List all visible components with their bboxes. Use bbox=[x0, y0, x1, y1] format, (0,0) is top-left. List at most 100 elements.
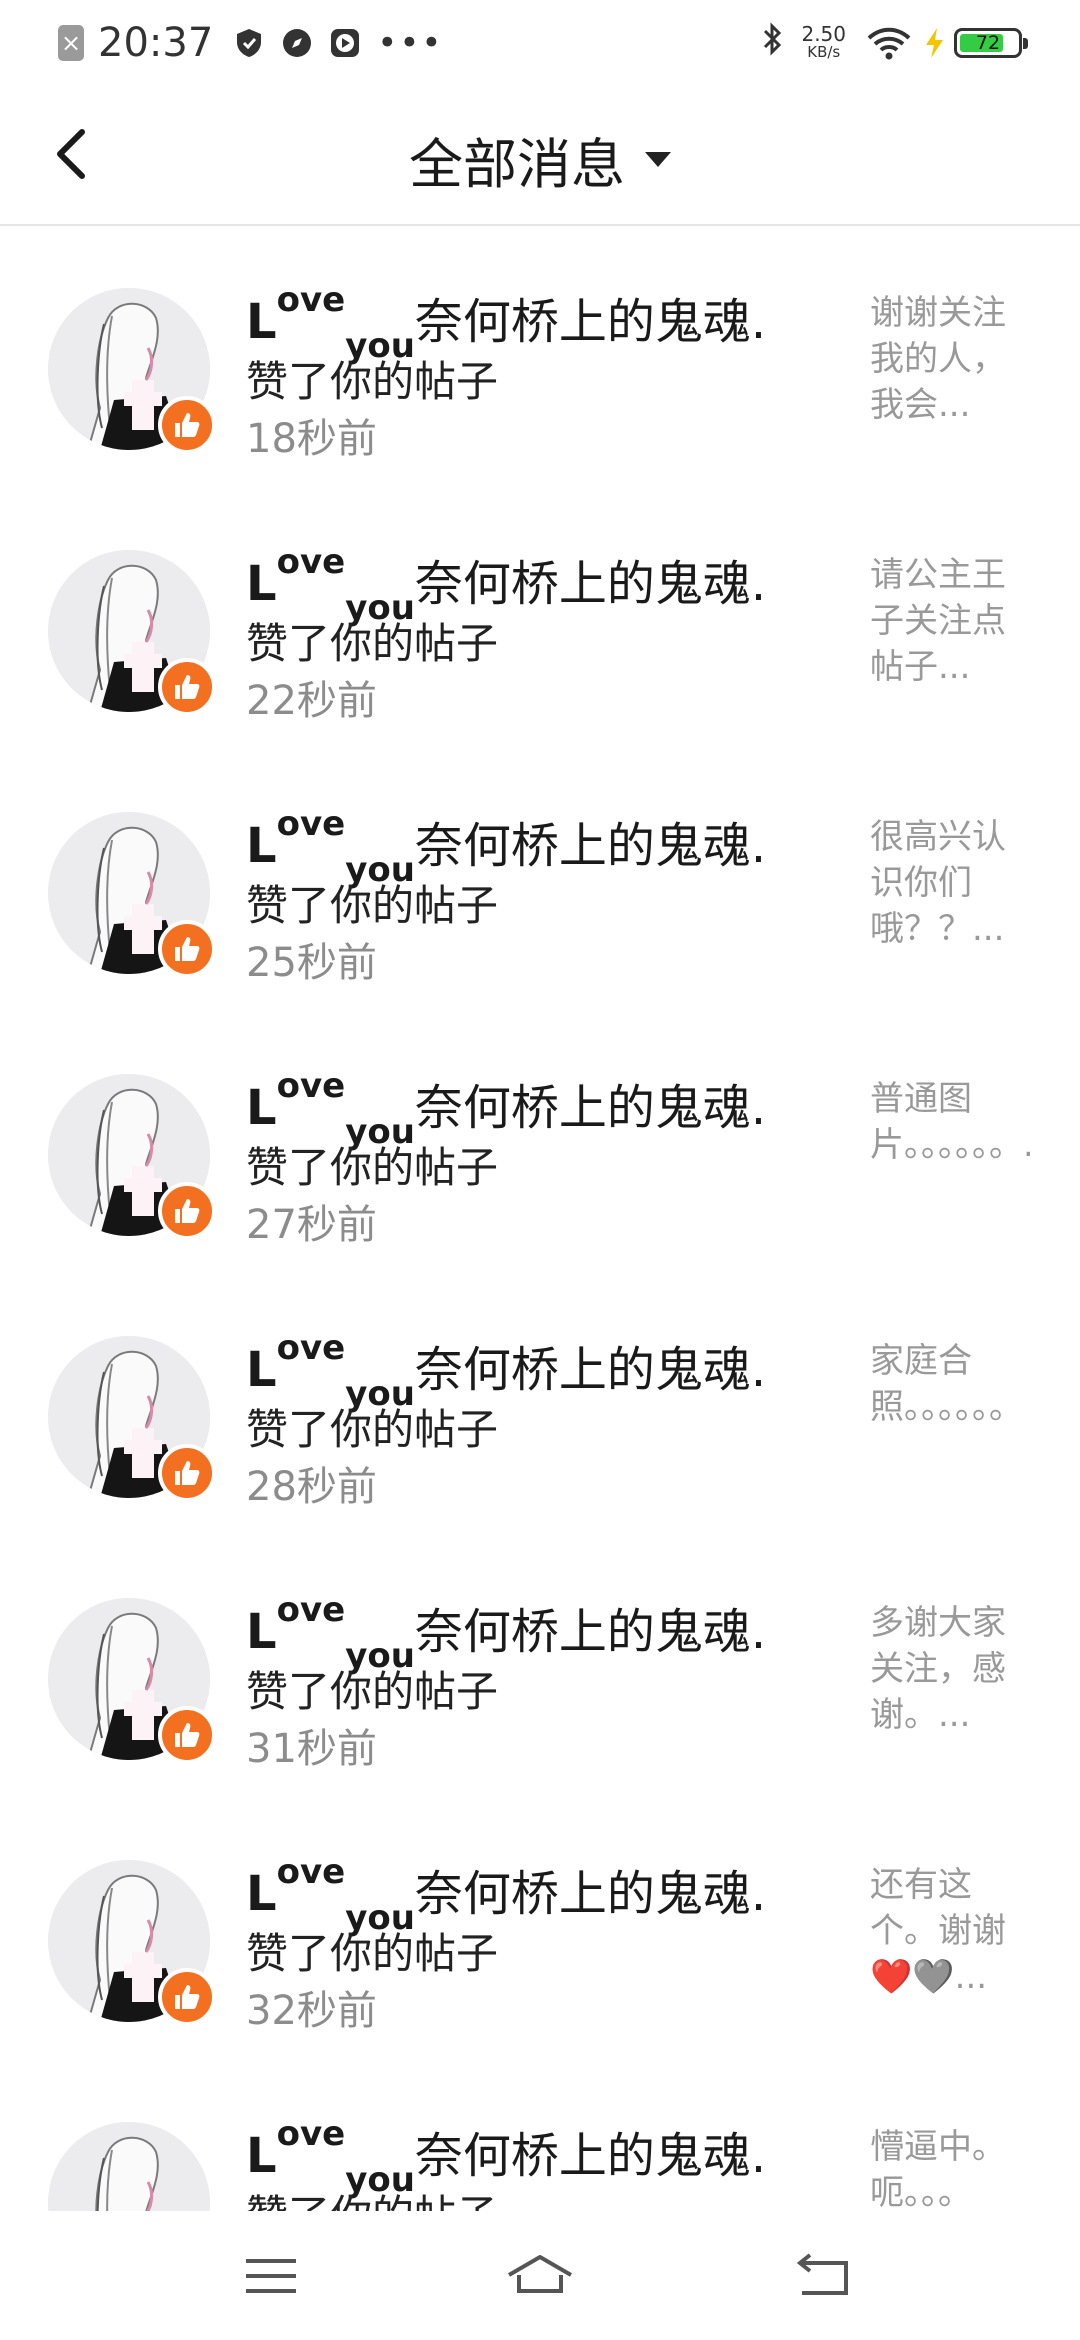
user-name[interactable]: Loveyou奈何桥上的鬼魂. bbox=[246, 1328, 767, 1414]
notification-x-icon: × bbox=[58, 25, 84, 61]
user-name[interactable]: Loveyou奈何桥上的鬼魂. bbox=[246, 1852, 767, 1938]
post-preview[interactable]: 谢谢关注我的人，我会... bbox=[870, 290, 1030, 432]
action-text: 赞了你的帖子 bbox=[246, 1667, 499, 1716]
user-name[interactable]: Loveyou奈何桥上的鬼魂. bbox=[246, 2114, 767, 2200]
name-part-rest: 奈何桥上的鬼魂. bbox=[414, 294, 767, 350]
timestamp: 22秒前 bbox=[246, 678, 377, 724]
caret-down-icon bbox=[645, 152, 671, 167]
like-badge bbox=[158, 920, 216, 978]
name-part-rest: 奈何桥上的鬼魂. bbox=[414, 1604, 767, 1660]
home-button[interactable] bbox=[505, 2241, 575, 2311]
action-text: 赞了你的帖子 bbox=[246, 357, 499, 406]
compass-icon bbox=[283, 29, 312, 57]
name-part-rest: 奈何桥上的鬼魂. bbox=[414, 818, 767, 874]
post-preview[interactable]: 请公主王子关注点帖子... bbox=[870, 552, 1030, 694]
timestamp: 27秒前 bbox=[246, 1202, 377, 1248]
action-text: 赞了你的帖子 bbox=[246, 1929, 499, 1978]
timestamp: 25秒前 bbox=[246, 940, 377, 986]
action-text: 赞了你的帖子 bbox=[246, 619, 499, 668]
like-badge bbox=[158, 658, 216, 716]
avatar[interactable] bbox=[48, 2122, 210, 2211]
charging-bolt-icon bbox=[926, 28, 943, 58]
thumbs-up-icon bbox=[175, 937, 200, 961]
action-text: 赞了你的帖子 bbox=[246, 881, 499, 930]
timestamp: 32秒前 bbox=[246, 1988, 377, 2034]
name-part-ove: ove bbox=[276, 1590, 346, 1630]
notification-item[interactable]: Loveyou奈何桥上的鬼魂. 赞了你的帖子 32秒前 还有这个。谢谢❤️🩶..… bbox=[0, 1798, 1080, 2060]
app-header: 全部消息 bbox=[0, 84, 1080, 226]
wifi-icon bbox=[867, 27, 911, 60]
timestamp: 31秒前 bbox=[246, 1726, 377, 1772]
user-name[interactable]: Loveyou奈何桥上的鬼魂. bbox=[246, 804, 767, 890]
name-part-ove: ove bbox=[276, 2114, 346, 2154]
battery-icon: 72 bbox=[954, 28, 1028, 58]
name-part-l: L bbox=[246, 1604, 277, 1660]
action-text: 赞了你的帖子 bbox=[246, 1405, 499, 1454]
timestamp: 28秒前 bbox=[246, 1464, 377, 1510]
play-icon bbox=[331, 29, 360, 57]
page-title: 全部消息 bbox=[409, 133, 625, 196]
post-preview[interactable]: 很高兴认识你们哦？？... bbox=[870, 814, 1030, 956]
menu-button[interactable] bbox=[236, 2241, 306, 2311]
avatar-image bbox=[48, 2122, 210, 2211]
post-preview[interactable]: 多谢大家关注，感谢。... bbox=[870, 1600, 1030, 1742]
timestamp: 18秒前 bbox=[246, 416, 377, 462]
battery-level: 72 bbox=[975, 32, 1001, 54]
back-arrow-icon bbox=[796, 2253, 848, 2295]
status-left: × 20:37 ••• bbox=[58, 18, 443, 68]
name-part-l: L bbox=[246, 294, 277, 350]
name-part-l: L bbox=[246, 1866, 277, 1922]
bluetooth-icon bbox=[761, 21, 785, 65]
notification-item[interactable]: Loveyou奈何桥上的鬼魂. 赞了你的帖子 25秒前 很高兴认识你们哦？？..… bbox=[0, 750, 1080, 1012]
notification-item[interactable]: Loveyou奈何桥上的鬼魂. 赞了你的帖子 28秒前 家庭合照。。。。。。 bbox=[0, 1274, 1080, 1536]
name-part-ove: ove bbox=[276, 1328, 346, 1368]
status-time: 20:37 bbox=[98, 20, 214, 66]
like-badge bbox=[158, 1706, 216, 1764]
name-part-l: L bbox=[246, 818, 277, 874]
name-part-ove: ove bbox=[276, 1066, 346, 1106]
user-name[interactable]: Loveyou奈何桥上的鬼魂. bbox=[246, 1590, 767, 1676]
name-part-ove: ove bbox=[276, 542, 346, 582]
shield-icon bbox=[237, 29, 262, 57]
user-name[interactable]: Loveyou奈何桥上的鬼魂. bbox=[246, 1066, 766, 1152]
notification-list[interactable]: Loveyou奈何桥上的鬼魂. 赞了你的帖子 18秒前 谢谢关注我的人，我会..… bbox=[0, 226, 1080, 2211]
name-part-rest: 奈何桥上的鬼魂. bbox=[414, 1342, 767, 1398]
net-speed: 2.50 KB/s bbox=[801, 22, 846, 61]
status-bar: × 20:37 ••• 2.50 KB/s 72 bbox=[0, 0, 1080, 84]
title-dropdown[interactable]: 全部消息 bbox=[0, 120, 1080, 199]
post-preview[interactable]: 家庭合照。。。。。。 bbox=[870, 1338, 1030, 1480]
more-dots-icon: ••• bbox=[377, 23, 444, 63]
post-preview[interactable]: 懵逼中。呃。。。 bbox=[870, 2124, 1030, 2211]
name-part-rest: 奈何桥上的鬼魂. bbox=[414, 1866, 767, 1922]
action-text: 赞了你的帖子 bbox=[246, 1143, 499, 1192]
battery-cap bbox=[1023, 38, 1028, 49]
notification-item[interactable]: Loveyou奈何桥上的鬼魂. 赞了你的帖子 懵逼中。呃。。。 bbox=[0, 2060, 1080, 2211]
notification-item[interactable]: Loveyou奈何桥上的鬼魂. 赞了你的帖子 22秒前 请公主王子关注点帖子..… bbox=[0, 488, 1080, 750]
name-part-ove: ove bbox=[276, 280, 346, 320]
post-preview[interactable]: 还有这个。谢谢❤️🩶... bbox=[870, 1862, 1030, 2004]
name-part-l: L bbox=[246, 2128, 277, 2184]
like-badge bbox=[158, 1182, 216, 1240]
back-nav-button[interactable] bbox=[790, 2241, 860, 2311]
thumbs-up-icon bbox=[175, 1461, 200, 1485]
notification-item[interactable]: Loveyou奈何桥上的鬼魂. 赞了你的帖子 18秒前 谢谢关注我的人，我会..… bbox=[0, 226, 1080, 488]
notification-item[interactable]: Loveyou奈何桥上的鬼魂. 赞了你的帖子 31秒前 多谢大家关注，感谢。..… bbox=[0, 1536, 1080, 1798]
net-speed-unit: KB/s bbox=[807, 43, 841, 61]
name-part-l: L bbox=[246, 556, 277, 612]
user-name[interactable]: Loveyou奈何桥上的鬼魂. bbox=[246, 542, 767, 628]
action-text: 赞了你的帖子 bbox=[246, 2182, 498, 2211]
thumbs-up-icon bbox=[175, 413, 200, 437]
thumbs-up-icon bbox=[175, 675, 200, 699]
like-badge bbox=[158, 1444, 216, 1502]
like-badge bbox=[158, 396, 216, 454]
name-part-rest: 奈何桥上的鬼魂. bbox=[414, 2128, 767, 2184]
thumbs-up-icon bbox=[175, 1985, 200, 2009]
notification-item[interactable]: Loveyou奈何桥上的鬼魂. 赞了你的帖子 27秒前 普通图片。。。。。。..… bbox=[0, 1012, 1080, 1274]
home-icon bbox=[507, 2255, 573, 2293]
user-name[interactable]: Loveyou奈何桥上的鬼魂. bbox=[246, 280, 767, 366]
net-speed-value: 2.50 bbox=[801, 22, 846, 46]
name-part-l: L bbox=[246, 1080, 277, 1136]
menu-icon bbox=[246, 2259, 296, 2293]
name-part-rest: 奈何桥上的鬼魂. bbox=[414, 556, 767, 612]
post-preview[interactable]: 普通图片。。。。。。... bbox=[870, 1076, 1030, 1218]
